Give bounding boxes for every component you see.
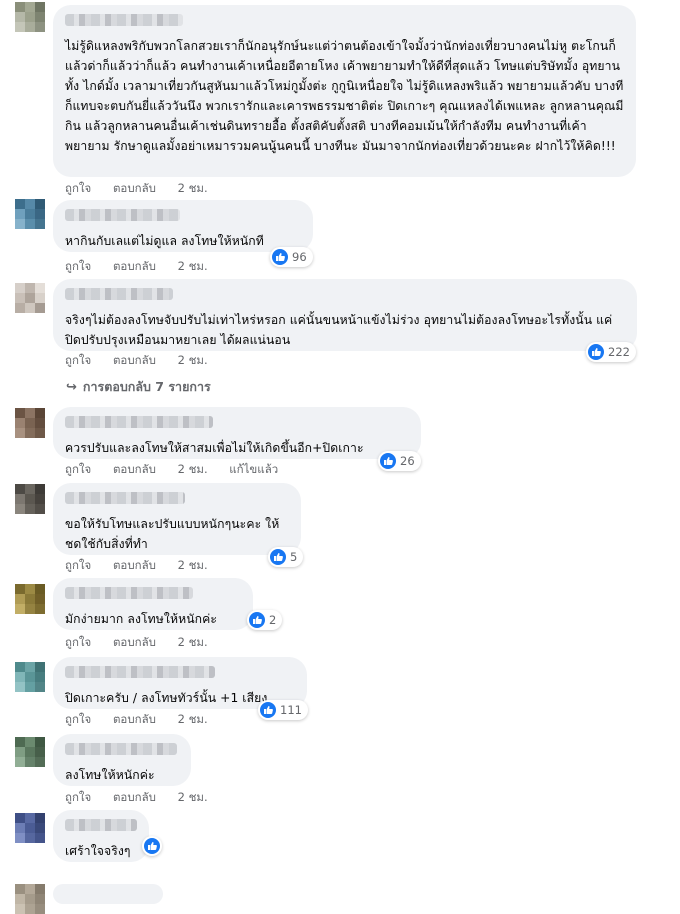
reply-button[interactable]: ตอบกลับ xyxy=(113,712,156,726)
like-thumb-icon xyxy=(249,612,265,628)
like-button[interactable]: ถูกใจ xyxy=(65,462,91,476)
comment-actions: ถูกใจ ตอบกลับ 2 ชม. xyxy=(65,711,226,729)
reaction-count[interactable]: 26 xyxy=(378,451,421,471)
comment-text: เศร้าใจจริงๆ xyxy=(65,844,131,858)
commenter-name-blurred[interactable] xyxy=(65,666,215,678)
comment-bubble: หากินกับเลแต่ไม่ดูแล ลงโทษให้หนักที xyxy=(53,200,313,252)
like-thumb-icon xyxy=(380,453,396,469)
like-thumb-icon xyxy=(260,702,276,718)
reply-button[interactable]: ตอบกลับ xyxy=(113,181,156,195)
comment-bubble: ลงโทษให้หนักค่ะ xyxy=(53,734,191,786)
avatar[interactable] xyxy=(15,584,45,614)
reaction-count[interactable]: 5 xyxy=(268,547,304,567)
comment-text: ลงโทษให้หนักค่ะ xyxy=(65,768,155,782)
replies-label: การตอบกลับ 7 รายการ xyxy=(82,379,211,394)
avatar[interactable] xyxy=(15,283,45,313)
comment-timestamp[interactable]: 2 ชม. xyxy=(178,181,208,195)
reaction-count[interactable]: 111 xyxy=(258,700,308,720)
avatar[interactable] xyxy=(15,408,45,438)
like-thumb-icon xyxy=(588,344,604,360)
avatar[interactable] xyxy=(15,737,45,767)
comment-actions: ถูกใจ ตอบกลับ 2 ชม. xyxy=(65,634,226,652)
comment-bubble: จริงๆไม่ต้องลงโทษจับปรับไม่เท่าไหร่หรอก … xyxy=(53,279,637,351)
comment-bubble: เศร้าใจจริงๆ xyxy=(53,810,149,862)
like-button[interactable]: ถูกใจ xyxy=(65,558,91,572)
reaction-count[interactable]: 96 xyxy=(270,247,313,267)
commenter-name-blurred[interactable] xyxy=(65,288,173,300)
view-replies-link[interactable]: ↪ การตอบกลับ 7 รายการ xyxy=(66,377,211,397)
comment-timestamp[interactable]: 2 ชม. xyxy=(178,712,208,726)
reply-button[interactable]: ตอบกลับ xyxy=(113,353,156,367)
comment-text: จริงๆไม่ต้องลงโทษจับปรับไม่เท่าไหร่หรอก … xyxy=(65,313,613,347)
comment-bubble: ขอให้รับโทษและปรับแบบหนักๆนะคะ ให้ชดใช้ก… xyxy=(53,483,301,555)
like-thumb-icon xyxy=(272,249,288,265)
reply-button[interactable]: ตอบกลับ xyxy=(113,259,156,273)
commenter-name-blurred[interactable] xyxy=(65,14,183,26)
comment-timestamp[interactable]: 2 ชม. xyxy=(178,462,208,476)
comment-actions: ถูกใจ ตอบกลับ 2 ชม. xyxy=(65,258,226,276)
comment-text: ควรปรับและลงโทษให้สาสมเพื่อไม่ให้เกิดขึ้… xyxy=(65,441,364,455)
like-button[interactable]: ถูกใจ xyxy=(65,353,91,367)
comment-actions: ถูกใจ ตอบกลับ 2 ชม. แก้ไขแล้ว xyxy=(65,461,296,479)
commenter-name-blurred[interactable] xyxy=(65,743,177,755)
like-button[interactable]: ถูกใจ xyxy=(65,181,91,195)
commenter-name-blurred[interactable] xyxy=(65,492,185,504)
edited-label: แก้ไขแล้ว xyxy=(229,462,279,476)
comment-actions: ถูกใจ ตอบกลับ 2 ชม. xyxy=(65,180,226,198)
comment-text: ไม่รู้ดิแหลงพริกับพวกโลกสวยเราก็นักอนุรั… xyxy=(65,39,624,153)
avatar[interactable] xyxy=(15,2,45,32)
reply-button[interactable]: ตอบกลับ xyxy=(113,790,156,804)
comment-actions: ถูกใจ ตอบกลับ 2 ชม. xyxy=(65,789,226,807)
avatar[interactable] xyxy=(15,884,45,914)
comment-timestamp[interactable]: 2 ชม. xyxy=(178,353,208,367)
comment-bubble: ไม่รู้ดิแหลงพริกับพวกโลกสวยเราก็นักอนุรั… xyxy=(53,5,636,177)
comment-text: ขอให้รับโทษและปรับแบบหนักๆนะคะ ให้ชดใช้ก… xyxy=(65,517,280,551)
comment-bubble-partial xyxy=(53,884,163,904)
comment-text: มักง่ายมาก ลงโทษให้หนักค่ะ xyxy=(65,612,218,626)
comment-actions: ถูกใจ ตอบกลับ 2 ชม. xyxy=(65,557,226,575)
commenter-name-blurred[interactable] xyxy=(65,587,193,599)
comment-timestamp[interactable]: 2 ชม. xyxy=(178,790,208,804)
commenter-name-blurred[interactable] xyxy=(65,209,180,221)
reaction-count[interactable] xyxy=(142,836,162,856)
comment-timestamp[interactable]: 2 ชม. xyxy=(178,259,208,273)
reaction-count[interactable]: 2 xyxy=(247,610,283,630)
reply-button[interactable]: ตอบกลับ xyxy=(113,635,156,649)
like-button[interactable]: ถูกใจ xyxy=(65,712,91,726)
comment-bubble: มักง่ายมาก ลงโทษให้หนักค่ะ xyxy=(53,578,253,630)
like-button[interactable]: ถูกใจ xyxy=(65,790,91,804)
like-thumb-icon xyxy=(270,549,286,565)
commenter-name-blurred[interactable] xyxy=(65,819,137,831)
reply-button[interactable]: ตอบกลับ xyxy=(113,558,156,572)
reply-arrow-icon: ↪ xyxy=(66,379,77,395)
comment-bubble: ควรปรับและลงโทษให้สาสมเพื่อไม่ให้เกิดขึ้… xyxy=(53,407,421,459)
avatar[interactable] xyxy=(15,199,45,229)
like-button[interactable]: ถูกใจ xyxy=(65,635,91,649)
like-button[interactable]: ถูกใจ xyxy=(65,259,91,273)
comment-timestamp[interactable]: 2 ชม. xyxy=(178,635,208,649)
commenter-name-blurred[interactable] xyxy=(65,416,213,428)
comment-text: หากินกับเลแต่ไม่ดูแล ลงโทษให้หนักที xyxy=(65,234,264,248)
comment-timestamp[interactable]: 2 ชม. xyxy=(178,558,208,572)
avatar[interactable] xyxy=(15,484,45,514)
reply-button[interactable]: ตอบกลับ xyxy=(113,462,156,476)
avatar[interactable] xyxy=(15,662,45,692)
reaction-count[interactable]: 222 xyxy=(586,342,636,362)
avatar[interactable] xyxy=(15,813,45,843)
comment-actions: ถูกใจ ตอบกลับ 2 ชม. xyxy=(65,352,226,370)
like-thumb-icon xyxy=(144,838,160,854)
